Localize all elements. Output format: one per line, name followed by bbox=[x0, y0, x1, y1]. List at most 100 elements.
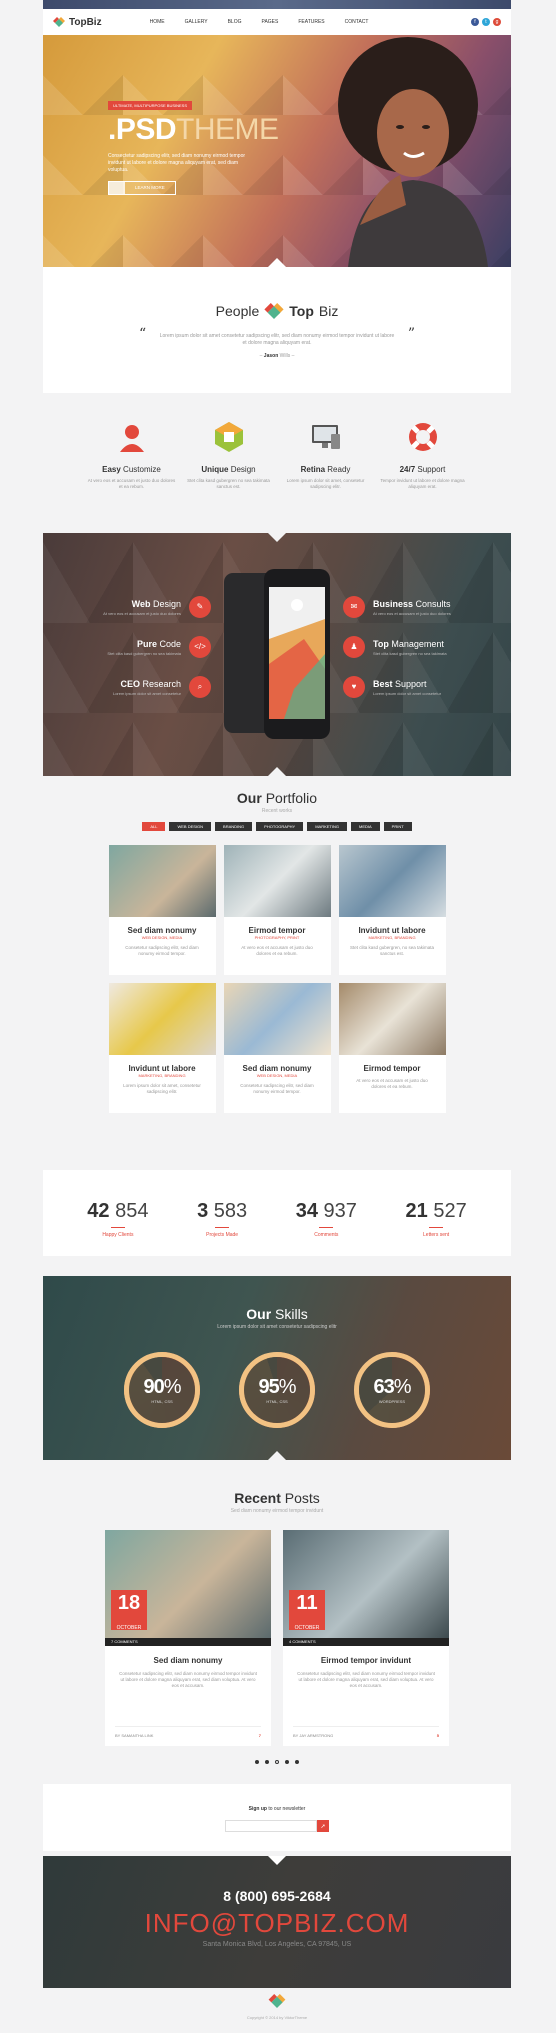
skills-subtitle: Lorem ipsum dolor sit amet consetetur sa… bbox=[217, 1324, 337, 1330]
feature-item: 24/7 Support Tempor invidunt ut labore e… bbox=[378, 420, 468, 520]
footer-logo-icon[interactable] bbox=[268, 1994, 286, 2008]
phone-mockup-image bbox=[224, 569, 330, 739]
counter-item: 42 854 Happy Clients bbox=[87, 1200, 149, 1238]
portfolio-card[interactable]: Eirmod tempor PHOTOGRAPHY, PRINT At vero e… bbox=[223, 845, 331, 975]
contact-phone[interactable]: 8 (800) 695-2684 bbox=[43, 1888, 511, 1904]
nav-blog[interactable]: BLOG bbox=[228, 19, 242, 25]
carousel-dot[interactable] bbox=[285, 1760, 289, 1764]
newsletter-label: Sign up to our newsletter bbox=[248, 1806, 306, 1812]
posts-subtitle: Sed diam nonumy eirmod tempor invidunt bbox=[230, 1508, 324, 1514]
post-card[interactable]: 11 OCTOBER 4 COMMENTS Eirmod tempor invid… bbox=[283, 1530, 449, 1746]
newsletter-form: ➚ bbox=[43, 1820, 511, 1832]
facebook-icon[interactable]: f bbox=[471, 18, 479, 26]
nav-gallery[interactable]: GALLERY bbox=[185, 19, 208, 25]
google-plus-icon[interactable]: g bbox=[493, 18, 501, 26]
posts-grid: 18 OCTOBER 7 COMMENTS Sed diam nonumy Con… bbox=[43, 1530, 511, 1746]
filter-media[interactable]: MEDIA bbox=[350, 822, 380, 831]
logo-mark-icon bbox=[53, 17, 65, 27]
user-icon bbox=[119, 425, 144, 452]
portfolio-image bbox=[338, 845, 446, 917]
newsletter-email-input[interactable] bbox=[225, 1820, 317, 1832]
post-author[interactable]: BY JAY ARMSTRONG bbox=[293, 1733, 333, 1738]
nav-pages[interactable]: PAGES bbox=[261, 19, 278, 25]
post-excerpt: Consetetur sadipscing elitr, sed diam no… bbox=[119, 1671, 257, 1688]
filter-marketing[interactable]: MARKETING bbox=[307, 822, 347, 831]
post-footer: BY SAMANTHA LINK 7 bbox=[115, 1726, 261, 1738]
portfolio-image bbox=[338, 983, 446, 1055]
navbar: TopBiz HOME GALLERY BLOG PAGES FEATURES … bbox=[43, 9, 511, 35]
thumbs-up-icon: ♥ bbox=[343, 676, 365, 698]
post-image: 11 OCTOBER bbox=[283, 1530, 449, 1638]
portfolio-card[interactable]: Sed diam nonumy WEB DESIGN, MEDIA Consetet… bbox=[223, 983, 331, 1113]
skills-title: Our Skills bbox=[246, 1306, 308, 1322]
portfolio-card[interactable]: Invidunt ut labore MARKETING, BRANDING Lor… bbox=[108, 983, 216, 1113]
skill-ring: 63% WORDPRESS bbox=[354, 1352, 430, 1428]
carousel-dot-active[interactable] bbox=[275, 1760, 279, 1764]
nav-features[interactable]: FEATURES bbox=[298, 19, 324, 25]
heart-icon[interactable]: 7 bbox=[259, 1733, 261, 1738]
pin-icon bbox=[109, 182, 125, 194]
portfolio-filters: ALL WEB DESIGN BRANDING PHOTOGRAPHY MARK… bbox=[43, 822, 511, 831]
portfolio-subtitle: Recent works bbox=[261, 808, 293, 814]
filter-web-design[interactable]: WEB DESIGN bbox=[169, 822, 212, 831]
counters-section: 42 854 Happy Clients 3 583 Projects Made 3… bbox=[43, 1170, 511, 1256]
filter-print[interactable]: PRINT bbox=[383, 822, 412, 831]
person-icon: ♟ bbox=[343, 636, 365, 658]
copyright: Copyright © 2014 by ViktorTheme bbox=[246, 2015, 308, 2020]
feature-item: Unique Design Stet clita kasd gubergren … bbox=[184, 420, 274, 520]
contact-email[interactable]: INFO@TOPBIZ.COM bbox=[43, 1908, 511, 1939]
filter-all[interactable]: ALL bbox=[142, 822, 166, 831]
counter-item: 3 583 Projects Made bbox=[197, 1200, 248, 1238]
cube-icon bbox=[214, 422, 243, 452]
recent-posts-section: Recent Posts Sed diam nonumy eirmod temp… bbox=[43, 1490, 511, 1764]
post-date-badge: 11 OCTOBER bbox=[289, 1590, 325, 1631]
portfolio-section: Our Portfolio Recent works ALL WEB DESIG… bbox=[43, 790, 511, 1130]
heart-icon[interactable]: 5 bbox=[437, 1733, 439, 1738]
twitter-icon[interactable]: t bbox=[482, 18, 490, 26]
portfolio-image bbox=[223, 845, 331, 917]
portfolio-card[interactable]: Eirmod tempor At vero eos et accusam et j… bbox=[338, 983, 446, 1113]
filter-branding[interactable]: BRANDING bbox=[215, 822, 253, 831]
comment-count: 7 COMMENTS bbox=[105, 1638, 271, 1646]
service-item: ✉ Business Consults At vero eos et accusa… bbox=[343, 596, 451, 618]
people-title: People Top Biz bbox=[215, 303, 339, 319]
chat-icon: ✉ bbox=[343, 596, 365, 618]
post-footer: BY JAY ARMSTRONG 5 bbox=[293, 1726, 439, 1738]
monitor-icon bbox=[311, 425, 340, 449]
counter-item: 21 527 Letters sent bbox=[405, 1200, 467, 1238]
portfolio-card[interactable]: Invidunt ut labore MARKETING, BRANDING Ste… bbox=[338, 845, 446, 975]
services-section: Web Design At vero eos et accusam et just… bbox=[43, 533, 511, 776]
testimonial-author: – Jason Wills – bbox=[259, 353, 295, 359]
carousel-dots bbox=[43, 1760, 511, 1764]
pencil-icon: ✎ bbox=[189, 596, 211, 618]
features-row: Easy Customize At vero eos et accusam et… bbox=[43, 420, 511, 520]
learn-more-button[interactable]: LEARN MORE bbox=[108, 181, 176, 195]
post-title[interactable]: Eirmod tempor invidunt bbox=[283, 1656, 449, 1665]
post-image: 18 OCTOBER bbox=[105, 1530, 271, 1638]
hero-banner: ULTIMATE, MULTIPURPOSE BUSINESS .PSDTHEM… bbox=[43, 35, 511, 267]
service-item: Pure Code Stet clita kasd gubergren no se… bbox=[107, 636, 211, 658]
post-excerpt: Consetetur sadipscing elitr, sed diam no… bbox=[297, 1671, 435, 1688]
logo[interactable]: TopBiz bbox=[53, 17, 102, 28]
nav-contact[interactable]: CONTACT bbox=[345, 19, 369, 25]
counter-item: 34 937 Comments bbox=[295, 1200, 357, 1238]
carousel-dot[interactable] bbox=[295, 1760, 299, 1764]
post-author[interactable]: BY SAMANTHA LINK bbox=[115, 1733, 153, 1738]
posts-title: Recent Posts bbox=[234, 1490, 320, 1506]
hero-woman-image bbox=[338, 37, 488, 267]
portfolio-image bbox=[108, 983, 216, 1055]
logo-mark-icon bbox=[264, 303, 284, 319]
filter-photography[interactable]: PHOTOGRAPHY bbox=[256, 822, 304, 831]
contact-section: 8 (800) 695-2684 INFO@TOPBIZ.COM Santa M… bbox=[43, 1856, 511, 1988]
post-title[interactable]: Sed diam nonumy bbox=[105, 1656, 271, 1665]
carousel-dot[interactable] bbox=[255, 1760, 259, 1764]
top-strip bbox=[43, 0, 511, 9]
newsletter-submit-button[interactable]: ➚ bbox=[317, 1820, 329, 1832]
search-icon: ⌕ bbox=[189, 676, 211, 698]
feature-item: Easy Customize At vero eos et accusam et… bbox=[87, 420, 177, 520]
portfolio-card[interactable]: Sed diam nonumy WEB DESIGN, MEDIA Consetet… bbox=[108, 845, 216, 975]
post-card[interactable]: 18 OCTOBER 7 COMMENTS Sed diam nonumy Con… bbox=[105, 1530, 271, 1746]
nav-home[interactable]: HOME bbox=[150, 19, 165, 25]
portfolio-title: Our Portfolio bbox=[236, 790, 318, 806]
carousel-dot[interactable] bbox=[265, 1760, 269, 1764]
